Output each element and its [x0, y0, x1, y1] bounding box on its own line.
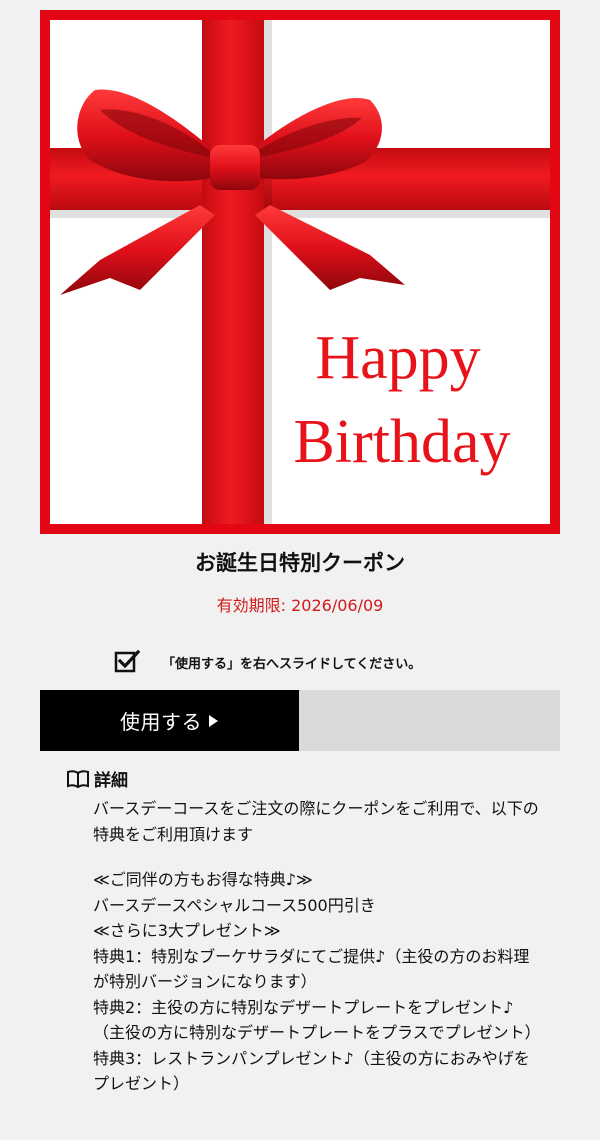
details-line: バースデースペシャルコース500円引き [93, 895, 376, 915]
checkbox-checked-icon [114, 649, 140, 673]
coupon-expiry: 有効期限: 2026/06/09 [216, 596, 384, 615]
details-line: ≪ご同伴の方もお得な特典♪≫ [93, 870, 313, 889]
details-header: 詳細 [66, 766, 128, 791]
play-icon [209, 714, 218, 727]
use-coupon-slider[interactable]: 使用する [40, 690, 560, 751]
details-intro: バースデーコースをご注文の際にクーポンをご利用で、以下の特典をご利用頂けます [93, 799, 539, 844]
happy-text: Happy [315, 324, 480, 392]
use-coupon-slide-button[interactable]: 使用する [40, 690, 299, 751]
slide-instruction: 「使用する」を右へスライドしてください。 [114, 648, 421, 676]
coupon-title: お誕生日特別クーポン [195, 551, 405, 575]
instruction-text: 「使用する」を右へスライドしてください。 [162, 656, 422, 672]
birthday-gift-image: Happy Birthday [40, 10, 560, 534]
details-line: ≪さらに3大プレゼント≫ [93, 921, 281, 940]
details-line: 特典1：特別なブーケサラダにてご提供♪（主役の方のお料理が特別バージョンになりま… [93, 946, 530, 992]
details-line: 特典2：主役の方に特別なデザートプレートをプレゼント♪（主役の方に特別なデザート… [93, 997, 541, 1043]
details-title: 詳細 [94, 771, 128, 791]
ribbon-vertical [202, 20, 264, 524]
bow-knot [210, 145, 260, 190]
birthday-text: Birthday [294, 408, 511, 476]
slide-button-label: 使用する [120, 710, 202, 734]
details-body: バースデーコースをご注文の際にクーポンをご利用で、以下の特典をご利用頂けます ≪… [93, 796, 543, 1097]
details-line: 特典3：レストランパンプレゼント♪（主役の方におみやげをプレゼント） [93, 1048, 530, 1094]
book-icon [67, 769, 89, 788]
